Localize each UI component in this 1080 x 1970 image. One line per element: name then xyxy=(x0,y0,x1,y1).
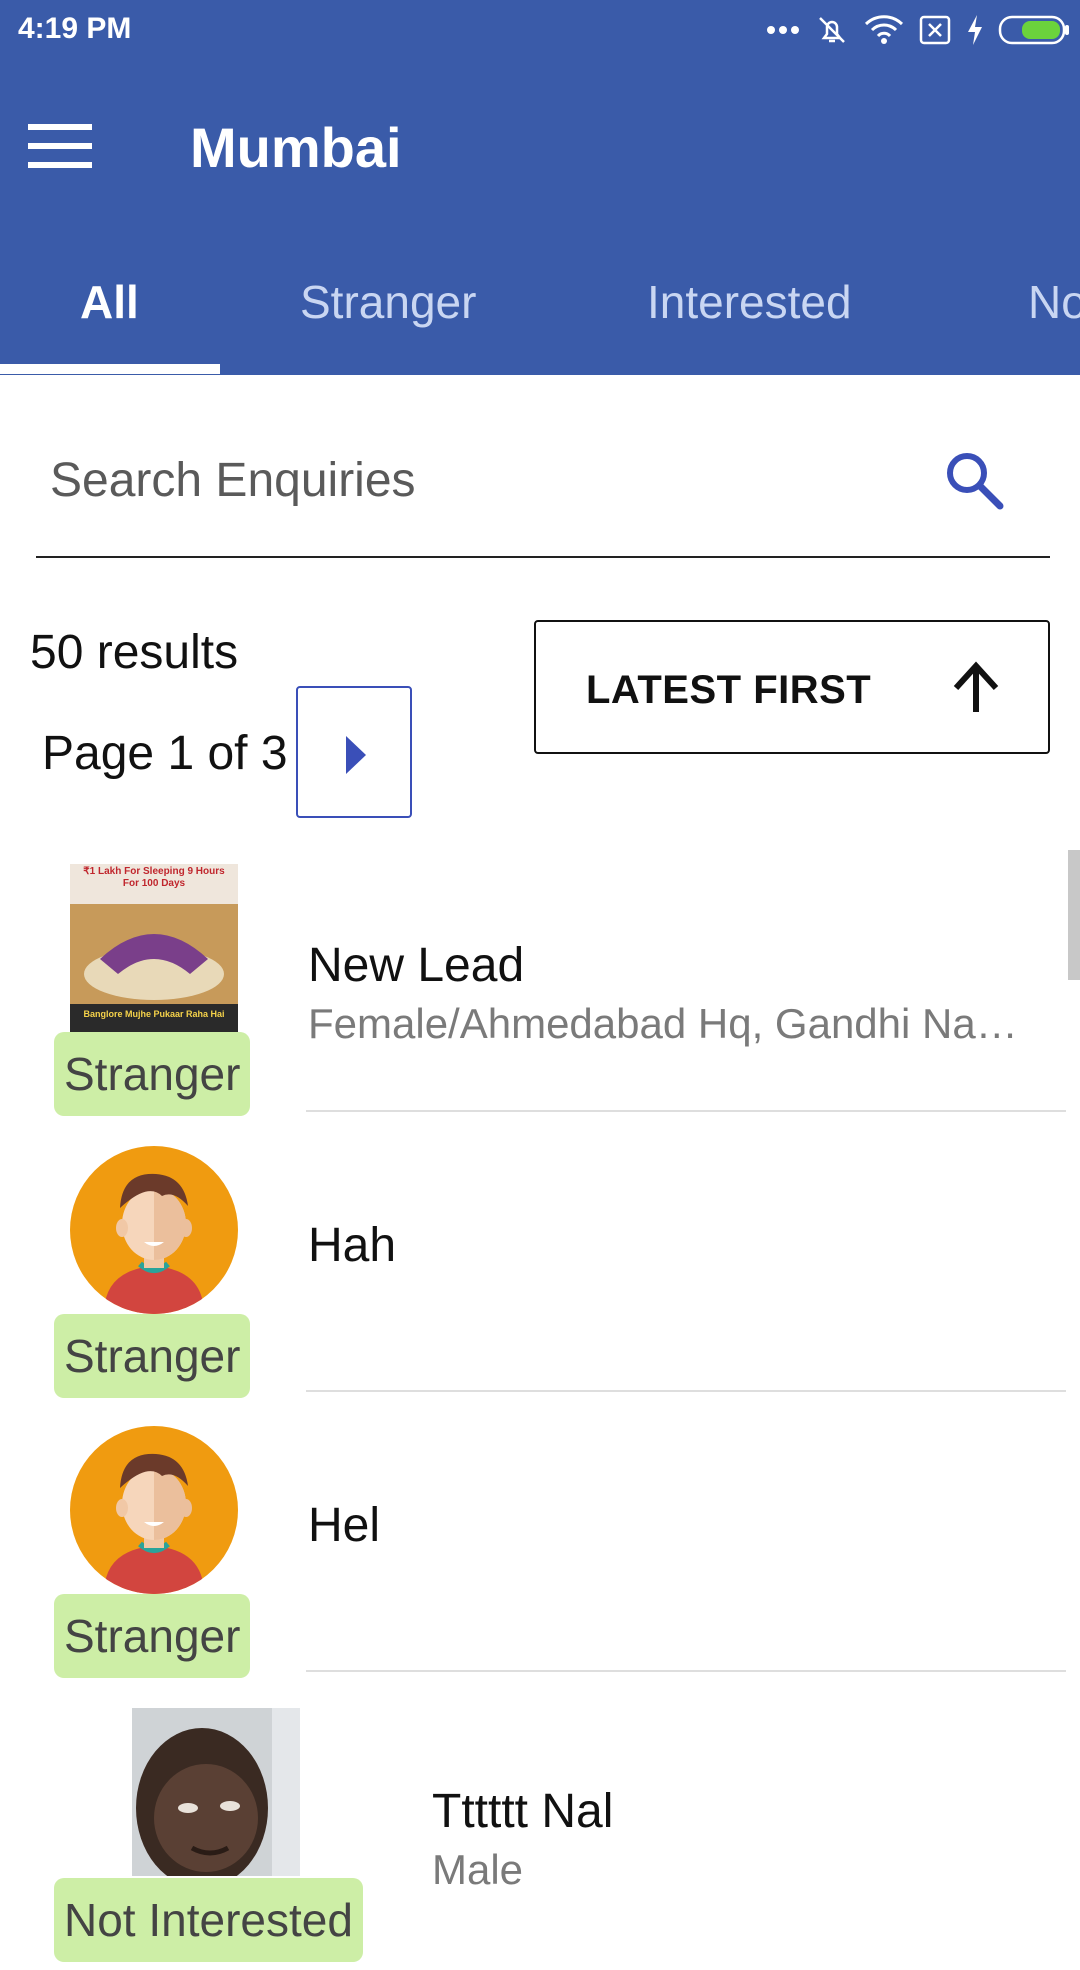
enquiry-name: New Lead xyxy=(308,939,525,992)
list-item[interactable]: Stranger Hel xyxy=(0,1410,1080,1690)
enquiry-name: Tttttt Nal xyxy=(432,1785,614,1838)
status-badge: Stranger xyxy=(54,1594,251,1678)
app-bar: 4:19 PM Mumbai All Stranger Interested N… xyxy=(0,0,1080,375)
status-badge: Stranger xyxy=(54,1314,251,1398)
tab-indicator xyxy=(0,364,220,374)
enquiry-name: Hah xyxy=(308,1219,397,1272)
poster-text-bottom: Banglore Mujhe Pukaar Raha Hai xyxy=(83,1009,225,1019)
tab-interested[interactable]: Interested xyxy=(647,275,852,329)
status-badge: Not Interested xyxy=(54,1878,363,1962)
charging-icon xyxy=(968,15,982,45)
search-icon[interactable] xyxy=(942,448,1008,514)
battery-icon xyxy=(998,15,1069,45)
arrow-up-icon xyxy=(953,661,999,712)
tab-not-interested[interactable]: No xyxy=(1028,275,1080,329)
avatar-icon xyxy=(70,1146,238,1314)
status-time: 4:19 PM xyxy=(18,12,132,45)
more-dots-icon xyxy=(767,26,799,34)
status-icons xyxy=(766,10,1070,50)
enquiry-subtitle: Female/Ahmedabad Hq, Gandhi Nag... xyxy=(308,1000,1028,1047)
divider xyxy=(306,1670,1066,1672)
photo-image xyxy=(132,1708,300,1876)
mute-icon xyxy=(819,17,845,43)
list-item[interactable]: ₹1 Lakh For Sleeping 9 Hours For 100 Day… xyxy=(0,850,1080,1130)
page-indicator: Page 1 of 3 xyxy=(42,727,288,780)
divider xyxy=(306,1390,1066,1392)
sort-label: LATEST FIRST xyxy=(586,668,872,712)
toolbar: Mumbai xyxy=(0,60,1080,235)
search-underline xyxy=(36,556,1050,558)
avatar-icon xyxy=(70,1426,238,1594)
status-badge: Stranger xyxy=(54,1032,251,1116)
sort-button[interactable]: LATEST FIRST xyxy=(534,620,1050,754)
chevron-right-icon xyxy=(346,736,366,774)
list-item[interactable]: Not Interested Tttttt Nal Male xyxy=(0,1690,1080,1970)
thumbnail-image: ₹1 Lakh For Sleeping 9 Hours For 100 Day… xyxy=(70,864,238,1032)
wifi-icon xyxy=(864,15,904,44)
next-page-button[interactable] xyxy=(296,686,412,818)
enquiry-name: Hel xyxy=(308,1499,381,1552)
hamburger-menu-icon[interactable] xyxy=(28,122,94,170)
search-input[interactable] xyxy=(36,430,930,530)
search-bar xyxy=(36,430,1050,560)
no-sim-icon xyxy=(919,15,951,45)
page-title: Mumbai xyxy=(190,116,402,179)
list-item[interactable]: Stranger Hah xyxy=(0,1130,1080,1410)
poster-text-top: ₹1 Lakh For Sleeping 9 Hours For 100 Day… xyxy=(83,866,225,889)
tab-stranger[interactable]: Stranger xyxy=(300,275,476,329)
results-count: 50 results xyxy=(30,626,239,679)
tab-all[interactable]: All xyxy=(80,275,139,329)
enquiry-subtitle: Male xyxy=(432,1846,524,1893)
status-bar: 4:19 PM xyxy=(0,0,1080,60)
tab-bar: All Stranger Interested No xyxy=(0,235,1080,375)
divider xyxy=(306,1110,1066,1112)
